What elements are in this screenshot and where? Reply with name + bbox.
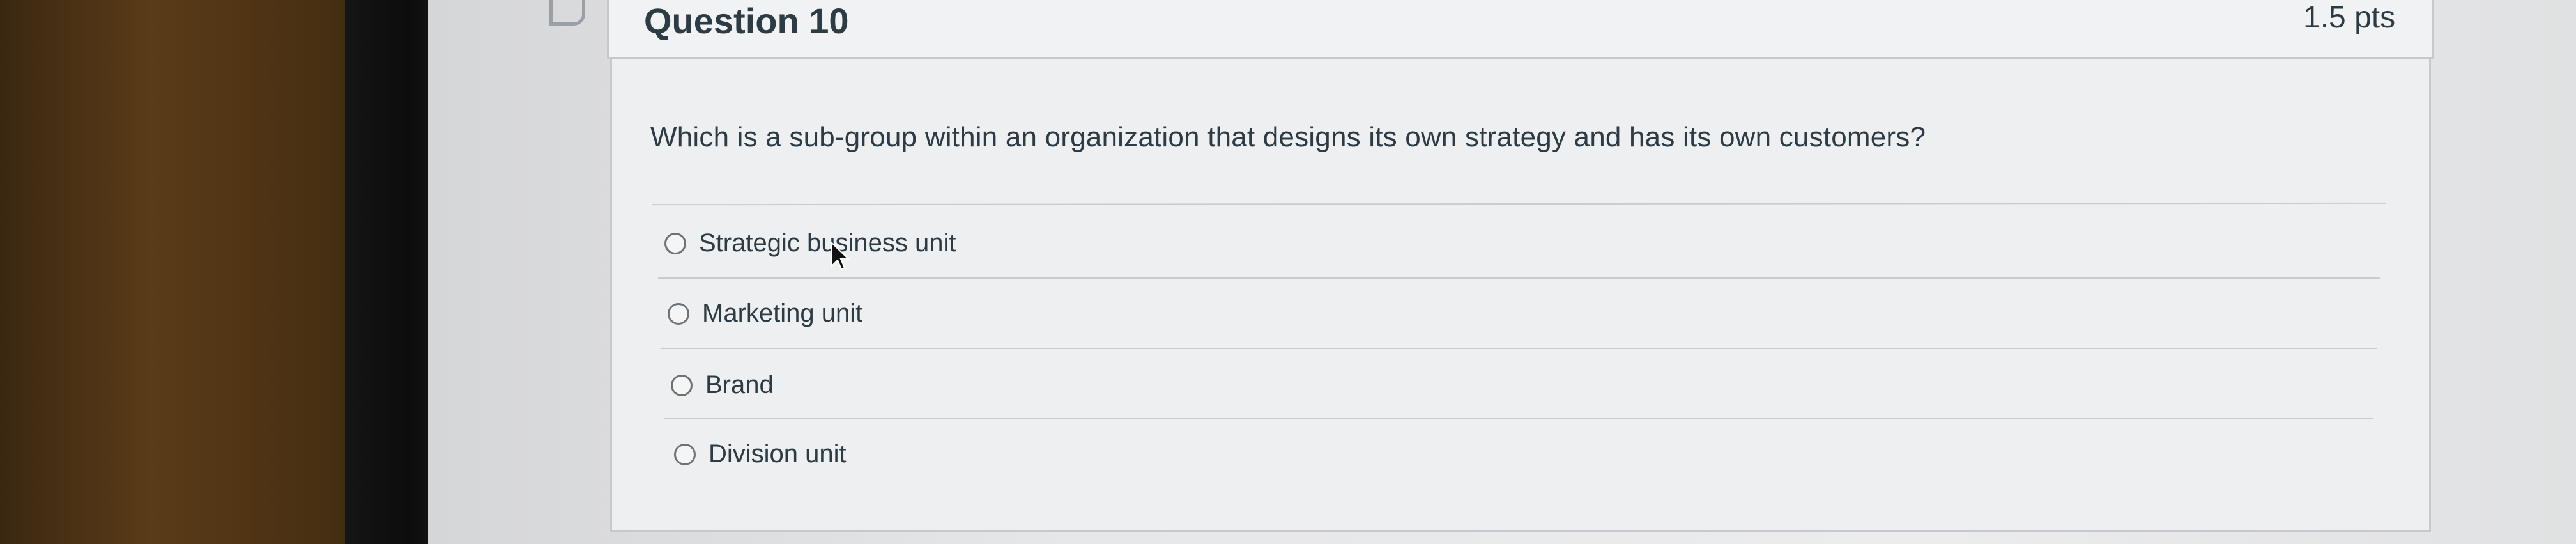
question-title: Question 10	[644, 1, 849, 41]
answer-label: Brand	[705, 371, 774, 399]
question-points: 1.5 pts	[2303, 1, 2396, 35]
mouse-pointer-icon	[831, 242, 850, 270]
radio-button[interactable]	[664, 232, 686, 254]
divider	[658, 277, 2380, 279]
question-text: Which is a sub-group within an organizat…	[650, 121, 1926, 153]
divider	[661, 348, 2377, 349]
answer-option-division-unit[interactable]: Division unit	[674, 440, 847, 469]
answer-label: Marketing unit	[702, 299, 863, 327]
bookmark-icon[interactable]	[549, 0, 585, 26]
answer-option-brand[interactable]: Brand	[671, 371, 774, 400]
answer-label: Division unit	[709, 440, 847, 468]
answer-option-marketing-unit[interactable]: Marketing unit	[668, 299, 862, 328]
answer-option-strategic-business-unit[interactable]: Strategic business unit	[664, 229, 956, 258]
answer-label: Strategic business unit	[699, 229, 956, 257]
question-header	[607, 0, 2434, 59]
radio-button[interactable]	[674, 443, 696, 465]
radio-button[interactable]	[668, 302, 689, 325]
desk-background	[0, 0, 377, 544]
divider	[664, 418, 2373, 419]
radio-button[interactable]	[671, 374, 693, 396]
